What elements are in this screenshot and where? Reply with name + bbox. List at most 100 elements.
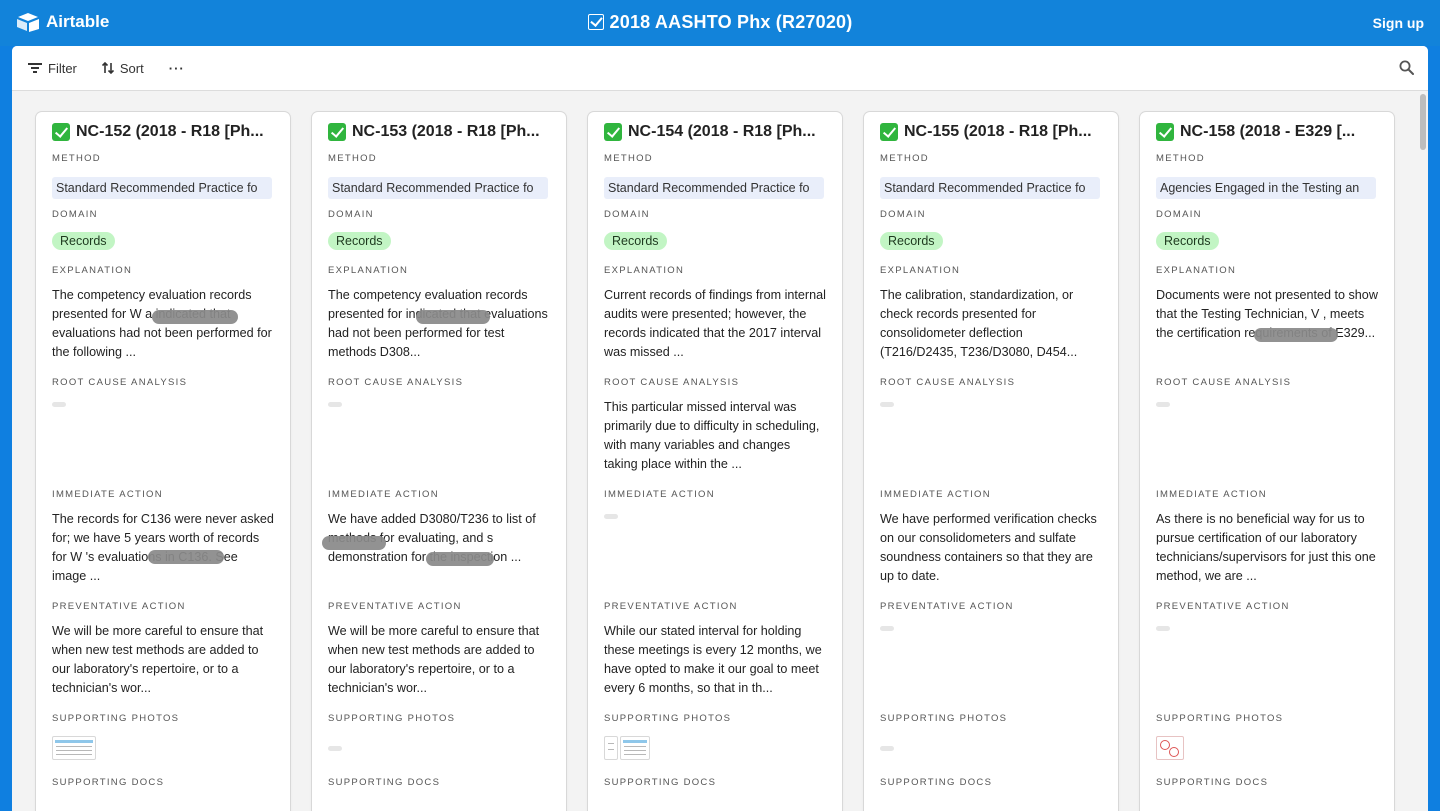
supporting-docs-label: SUPPORTING DOCS bbox=[52, 777, 165, 788]
search-icon bbox=[1399, 60, 1414, 75]
redaction-mark bbox=[1254, 328, 1338, 342]
explanation-text: The competency evaluation records presen… bbox=[52, 288, 272, 359]
domain-pill: Records bbox=[328, 232, 391, 250]
record-card[interactable]: NC-155 (2018 - R18 [Ph... METHOD DOMAIN EXP… bbox=[864, 112, 1118, 811]
gallery-panel: Filter Sort ··· NC-152 (2018 - R18 [Ph..… bbox=[12, 46, 1428, 811]
view-toolbar: Filter Sort ··· bbox=[12, 46, 1428, 91]
explanation-label: EXPLANATION bbox=[880, 265, 961, 276]
gallery-grid: NC-152 (2018 - R18 [Ph... METHOD DOMAIN EXP… bbox=[12, 91, 1416, 811]
root-cause-text-empty bbox=[328, 402, 342, 407]
explanation-label: EXPLANATION bbox=[52, 265, 133, 276]
redaction-mark bbox=[322, 536, 386, 550]
domain-pill: Records bbox=[1156, 232, 1219, 250]
immediate-action-text: The records for C136 were never asked fo… bbox=[52, 512, 274, 583]
record-card[interactable]: NC-158 (2018 - E329 [... METHOD DOMAIN EXPL… bbox=[1140, 112, 1394, 811]
sort-label: Sort bbox=[119, 60, 144, 76]
domain-label: DOMAIN bbox=[880, 209, 926, 220]
supporting-photos-label: SUPPORTING PHOTOS bbox=[880, 713, 1008, 724]
card-title-text: NC-158 (2018 - E329 [... bbox=[1180, 123, 1356, 140]
vertical-scrollbar[interactable] bbox=[1420, 94, 1426, 150]
method-label: METHOD bbox=[328, 153, 377, 164]
domain-pill: Records bbox=[880, 232, 943, 250]
immediate-action-label: IMMEDIATE ACTION bbox=[1156, 489, 1267, 500]
preventative-action-label: PREVENTATIVE ACTION bbox=[52, 601, 186, 612]
explanation-text: Current records of findings from interna… bbox=[604, 288, 826, 359]
filter-button[interactable]: Filter bbox=[19, 54, 86, 82]
top-bar: Airtable 2018 AASHTO Phx (R27020) Sign u… bbox=[0, 0, 1440, 46]
base-title-text: 2018 AASHTO Phx (R27020) bbox=[609, 12, 853, 32]
redaction-mark bbox=[426, 552, 494, 566]
supporting-photos-label: SUPPORTING PHOTOS bbox=[604, 713, 732, 724]
redaction-mark bbox=[152, 310, 238, 324]
preventative-action-text: We will be more careful to ensure that w… bbox=[328, 624, 540, 695]
root-cause-label: ROOT CAUSE ANALYSIS bbox=[52, 377, 188, 388]
root-cause-text-empty bbox=[880, 402, 894, 407]
domain-label: DOMAIN bbox=[52, 209, 98, 220]
card-title: NC-153 (2018 - R18 [Ph... bbox=[328, 123, 554, 141]
sort-button[interactable]: Sort bbox=[93, 54, 153, 82]
supporting-photos-label: SUPPORTING PHOTOS bbox=[328, 713, 456, 724]
method-label: METHOD bbox=[880, 153, 929, 164]
checkmark-icon bbox=[328, 123, 346, 141]
explanation-label: EXPLANATION bbox=[328, 265, 409, 276]
root-cause-text-empty bbox=[52, 402, 66, 407]
method-label: METHOD bbox=[604, 153, 653, 164]
immediate-action-text: We have performed verification checks on… bbox=[880, 512, 1097, 583]
record-card[interactable]: NC-152 (2018 - R18 [Ph... METHOD DOMAIN EXP… bbox=[36, 112, 290, 811]
filter-icon bbox=[28, 63, 42, 73]
card-title: NC-158 (2018 - E329 [... bbox=[1156, 123, 1382, 141]
search-button[interactable] bbox=[1399, 60, 1414, 80]
method-value: Standard Recommended Practice fo bbox=[880, 177, 1100, 199]
immediate-action-label: IMMEDIATE ACTION bbox=[880, 489, 991, 500]
immediate-action-text: As there is no beneficial way for us to … bbox=[1156, 512, 1376, 583]
filter-label: Filter bbox=[48, 60, 77, 76]
photo-thumbnail[interactable] bbox=[1156, 736, 1184, 760]
method-value: Agencies Engaged in the Testing an bbox=[1156, 177, 1376, 199]
preventative-action-text-empty bbox=[880, 626, 894, 631]
preventative-action-text: We will be more careful to ensure that w… bbox=[52, 624, 264, 695]
base-title: 2018 AASHTO Phx (R27020) bbox=[0, 12, 1440, 33]
redaction-mark bbox=[416, 310, 490, 324]
immediate-action-label: IMMEDIATE ACTION bbox=[604, 489, 715, 500]
checkmark-icon bbox=[1156, 123, 1174, 141]
domain-label: DOMAIN bbox=[604, 209, 650, 220]
card-title-text: NC-153 (2018 - R18 [Ph... bbox=[352, 123, 540, 140]
explanation-label: EXPLANATION bbox=[1156, 265, 1237, 276]
supporting-photos-label: SUPPORTING PHOTOS bbox=[52, 713, 180, 724]
checkmark-icon bbox=[880, 123, 898, 141]
card-title: NC-152 (2018 - R18 [Ph... bbox=[52, 123, 278, 141]
supporting-docs-label: SUPPORTING DOCS bbox=[604, 777, 717, 788]
method-label: METHOD bbox=[52, 153, 101, 164]
immediate-action-text-empty bbox=[604, 514, 618, 519]
root-cause-label: ROOT CAUSE ANALYSIS bbox=[328, 377, 464, 388]
redaction-mark bbox=[148, 550, 224, 564]
checkbox-icon bbox=[587, 14, 604, 30]
method-value: Standard Recommended Practice fo bbox=[328, 177, 548, 199]
photo-thumbnail[interactable] bbox=[604, 736, 618, 760]
sort-icon bbox=[101, 62, 114, 74]
card-title-text: NC-152 (2018 - R18 [Ph... bbox=[76, 123, 264, 140]
supporting-photos-label: SUPPORTING PHOTOS bbox=[1156, 713, 1284, 724]
preventative-action-label: PREVENTATIVE ACTION bbox=[604, 601, 738, 612]
supporting-docs-label: SUPPORTING DOCS bbox=[328, 777, 441, 788]
more-options-button[interactable]: ··· bbox=[160, 54, 194, 82]
root-cause-label: ROOT CAUSE ANALYSIS bbox=[1156, 377, 1292, 388]
root-cause-label: ROOT CAUSE ANALYSIS bbox=[880, 377, 1016, 388]
immediate-action-label: IMMEDIATE ACTION bbox=[328, 489, 439, 500]
preventative-action-label: PREVENTATIVE ACTION bbox=[880, 601, 1014, 612]
record-card[interactable]: NC-154 (2018 - R18 [Ph... METHOD DOMAIN EXP… bbox=[588, 112, 842, 811]
domain-label: DOMAIN bbox=[1156, 209, 1202, 220]
card-title: NC-154 (2018 - R18 [Ph... bbox=[604, 123, 830, 141]
method-value: Standard Recommended Practice fo bbox=[52, 177, 272, 199]
supporting-docs-label: SUPPORTING DOCS bbox=[1156, 777, 1269, 788]
sign-up-link[interactable]: Sign up bbox=[1373, 15, 1424, 31]
card-title-text: NC-154 (2018 - R18 [Ph... bbox=[628, 123, 816, 140]
explanation-text: The calibration, standardization, or che… bbox=[880, 288, 1078, 359]
photo-thumbnail[interactable] bbox=[52, 736, 96, 760]
record-card[interactable]: NC-153 (2018 - R18 [Ph... METHOD DOMAIN EXP… bbox=[312, 112, 566, 811]
photo-thumbnail[interactable] bbox=[620, 736, 650, 760]
explanation-text: The competency evaluation records presen… bbox=[328, 288, 548, 359]
preventative-action-text-empty bbox=[1156, 626, 1170, 631]
root-cause-text-empty bbox=[1156, 402, 1170, 407]
domain-pill: Records bbox=[604, 232, 667, 250]
